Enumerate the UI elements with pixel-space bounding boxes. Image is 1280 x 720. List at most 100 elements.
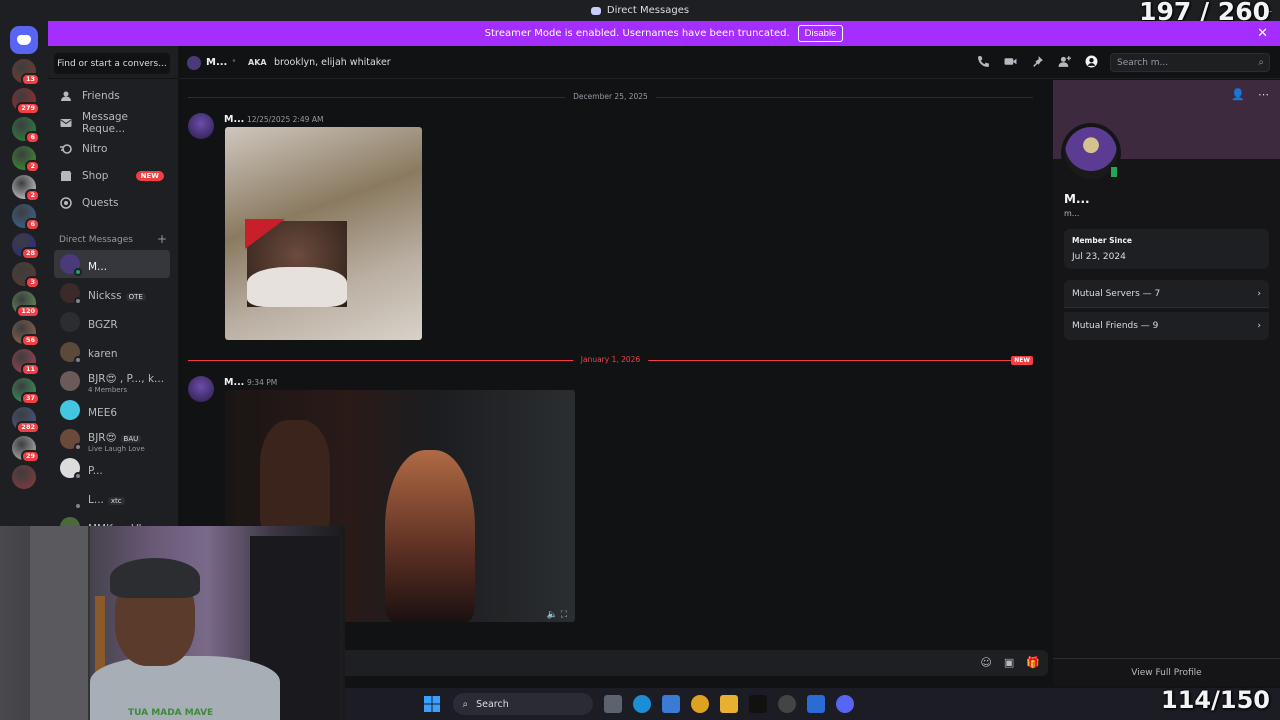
dm-item[interactable]: P... — [54, 454, 170, 482]
dm-item[interactable]: Nickss OTE — [54, 279, 170, 307]
server-icon[interactable]: 28 — [12, 233, 40, 260]
mention-badge: 13 — [20, 73, 40, 86]
mention-badge: 11 — [20, 363, 40, 376]
window-title: Direct Messages — [606, 5, 690, 16]
discord-icon — [590, 6, 601, 15]
server-icon[interactable] — [12, 465, 36, 489]
avatar — [60, 341, 82, 364]
mention-badge: 3 — [25, 276, 40, 289]
avatar — [60, 312, 80, 333]
task-view-icon[interactable] — [604, 695, 622, 713]
close-icon[interactable]: ✕ — [1257, 26, 1268, 41]
disable-streamer-mode-button[interactable]: Disable — [797, 25, 844, 42]
profile-icon[interactable] — [1084, 55, 1098, 69]
dm-item[interactable]: BJR😍 BAU Live Laugh Love — [54, 425, 170, 453]
pin-icon[interactable] — [1030, 55, 1044, 69]
dm-item[interactable]: MEE6 — [54, 396, 170, 424]
server-icon[interactable]: 6 — [12, 117, 40, 144]
dm-text: P... — [88, 459, 103, 478]
dm-item[interactable]: BJR😍 , P..., k... 4 Members — [54, 367, 170, 395]
avatar — [60, 254, 82, 276]
dm-text: MEE6 — [88, 401, 117, 420]
server-icon[interactable]: 3 — [12, 262, 40, 289]
webcam-overlay: TUA MADA MAVE — [0, 526, 345, 720]
create-dm-plus-icon[interactable]: + — [157, 233, 167, 245]
dm-item[interactable]: karen — [54, 338, 170, 366]
dm-item[interactable]: L... xtc — [54, 484, 170, 512]
dm-name: BJR😍 , P..., k... — [88, 373, 165, 386]
dm-item[interactable]: BGZR — [54, 308, 170, 336]
video-controls[interactable]: 🔈 ⛶ — [547, 610, 567, 620]
app-icon[interactable] — [807, 695, 825, 713]
message-avatar[interactable] — [188, 113, 214, 139]
windows-start-icon[interactable] — [423, 695, 441, 713]
message-avatar[interactable] — [188, 376, 214, 402]
composer-icons: ☺ ▣ 🎁 — [980, 656, 1040, 669]
emoji-icon[interactable]: ☺ — [980, 656, 991, 669]
file-explorer-icon[interactable] — [720, 695, 738, 713]
chrome-icon[interactable] — [691, 695, 709, 713]
server-rail: 13 279 6 2 2 6 28 3 120 56 11 37 282 29 — [0, 21, 48, 531]
add-friend-icon[interactable]: 👤 — [1231, 88, 1245, 101]
dm-name: karen — [88, 348, 118, 361]
find-conversation-button[interactable]: Find or start a convers... — [54, 53, 170, 74]
steam-icon[interactable] — [778, 695, 796, 713]
mention-badge: 2 — [25, 160, 40, 173]
server-icon[interactable]: 6 — [12, 204, 40, 231]
tiktok-icon[interactable] — [749, 695, 767, 713]
sticker-icon[interactable]: ▣ — [1004, 656, 1014, 669]
dm-item[interactable]: M... — [54, 250, 170, 278]
taskbar-search[interactable]: ⌕ Search — [452, 693, 593, 715]
server-icon[interactable]: 282 — [12, 407, 40, 434]
mutual-servers-row[interactable]: Mutual Servers — 7 › — [1064, 280, 1269, 308]
server-icon[interactable]: 29 — [12, 436, 40, 463]
sidebar-item-message-requests[interactable]: Message Reque... — [54, 111, 172, 135]
message-author[interactable]: M... — [224, 377, 244, 388]
server-icon[interactable]: 56 — [12, 320, 40, 347]
server-icon[interactable]: 120 — [12, 291, 40, 318]
server-icon[interactable]: 37 — [12, 378, 40, 405]
status-indicator — [74, 501, 82, 510]
server-tag: BAU — [120, 434, 142, 443]
message-composer[interactable]: ☺ ▣ 🎁 — [340, 650, 1048, 676]
phone-icon[interactable] — [976, 55, 990, 69]
sidebar-item-nitro[interactable]: Nitro — [54, 137, 172, 161]
sidebar-item-label: Shop — [82, 170, 109, 182]
sidebar-item-quests[interactable]: Quests — [54, 191, 172, 215]
chevron-right-icon: › — [1257, 288, 1261, 299]
mention-badge: 6 — [25, 131, 40, 144]
home-button[interactable] — [10, 26, 38, 54]
video-icon[interactable] — [1003, 55, 1017, 69]
header-avatar[interactable] — [187, 56, 201, 70]
profile-avatar[interactable] — [1061, 123, 1121, 183]
dm-name-line: karen — [88, 342, 118, 361]
server-icon[interactable]: 11 — [12, 349, 40, 376]
header-username[interactable]: M... — [206, 57, 227, 68]
discord-taskbar-icon[interactable] — [836, 695, 854, 713]
add-friend-icon[interactable] — [1057, 55, 1071, 69]
dm-subtext: Live Laugh Love — [88, 444, 145, 453]
nitro-icon — [60, 143, 72, 155]
dm-text: karen — [88, 342, 118, 361]
dm-name-line: BJR😍 BAU — [88, 426, 145, 445]
avatar — [60, 487, 82, 510]
server-icon[interactable]: 2 — [12, 175, 40, 202]
server-icon[interactable]: 2 — [12, 146, 40, 173]
image-attachment[interactable] — [225, 127, 422, 340]
more-options-icon[interactable]: ⋯ — [1258, 88, 1269, 101]
store-icon[interactable] — [662, 695, 680, 713]
webcam-shirt-text: TUA MADA MAVE — [128, 708, 214, 718]
mutual-friends-row[interactable]: Mutual Friends — 9 › — [1064, 312, 1269, 340]
edge-icon[interactable] — [633, 695, 651, 713]
webcam-door — [30, 526, 90, 720]
search-input[interactable]: Search m... ⌕ — [1110, 53, 1270, 72]
sidebar-item-friends[interactable]: Friends — [54, 84, 172, 108]
message-author[interactable]: M... — [224, 114, 244, 125]
gift-icon[interactable]: 🎁 — [1026, 656, 1040, 669]
sidebar-item-shop[interactable]: Shop NEW — [54, 164, 172, 188]
profile-username: m... — [1064, 209, 1080, 218]
server-icon[interactable]: 13 — [12, 59, 40, 86]
view-full-profile-button[interactable]: View Full Profile — [1053, 658, 1280, 686]
server-icon[interactable]: 279 — [12, 88, 40, 115]
mutual-friends-label: Mutual Friends — 9 — [1072, 321, 1159, 331]
